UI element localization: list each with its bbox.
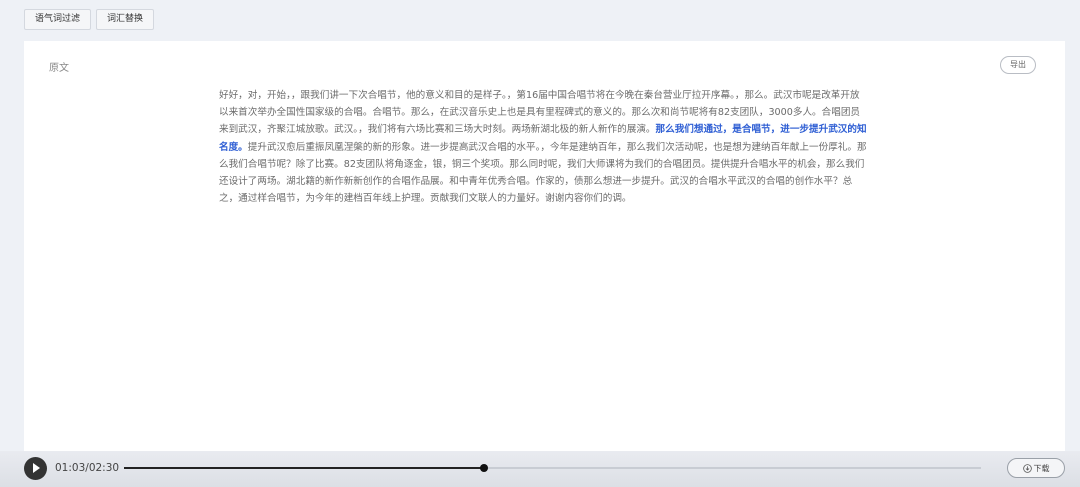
audio-player: 01:03/02:30 下载 (0, 451, 1080, 487)
transcript-text-part: 提升武汉愈后重振凤凰涅槃的新的形象。进一步提高武汉合唱的水平。，今年是建纳百年，… (219, 141, 867, 205)
transcript-panel: 原文 导出 好好，对，开始，，跟我们讲一下次合唱节，他的意义和目的是样子。，第1… (24, 41, 1065, 451)
filter-filler-words-button[interactable]: 语气词过滤 (24, 9, 92, 30)
vocabulary-replace-button[interactable]: 词汇替换 (96, 9, 155, 30)
progress-fill (124, 467, 484, 469)
export-button[interactable]: 导出 (1000, 56, 1036, 74)
play-icon[interactable] (24, 457, 47, 480)
current-time: 01:03 (55, 462, 86, 474)
download-icon (1022, 463, 1032, 473)
progress-slider[interactable] (124, 464, 981, 472)
progress-handle[interactable] (479, 464, 488, 472)
total-time: 02:30 (88, 462, 120, 474)
panel-title: 原文 (49, 63, 69, 74)
download-label: 下载 (1033, 463, 1050, 473)
download-button[interactable]: 下载 (1007, 458, 1065, 478)
transcript-text: 好好，对，开始，，跟我们讲一下次合唱节，他的意义和目的是样子。，第16届中国合唱… (219, 87, 867, 207)
time-display: 01:03/02:30 (55, 462, 119, 474)
toolbar: 语气词过滤 词汇替换 (24, 9, 155, 30)
